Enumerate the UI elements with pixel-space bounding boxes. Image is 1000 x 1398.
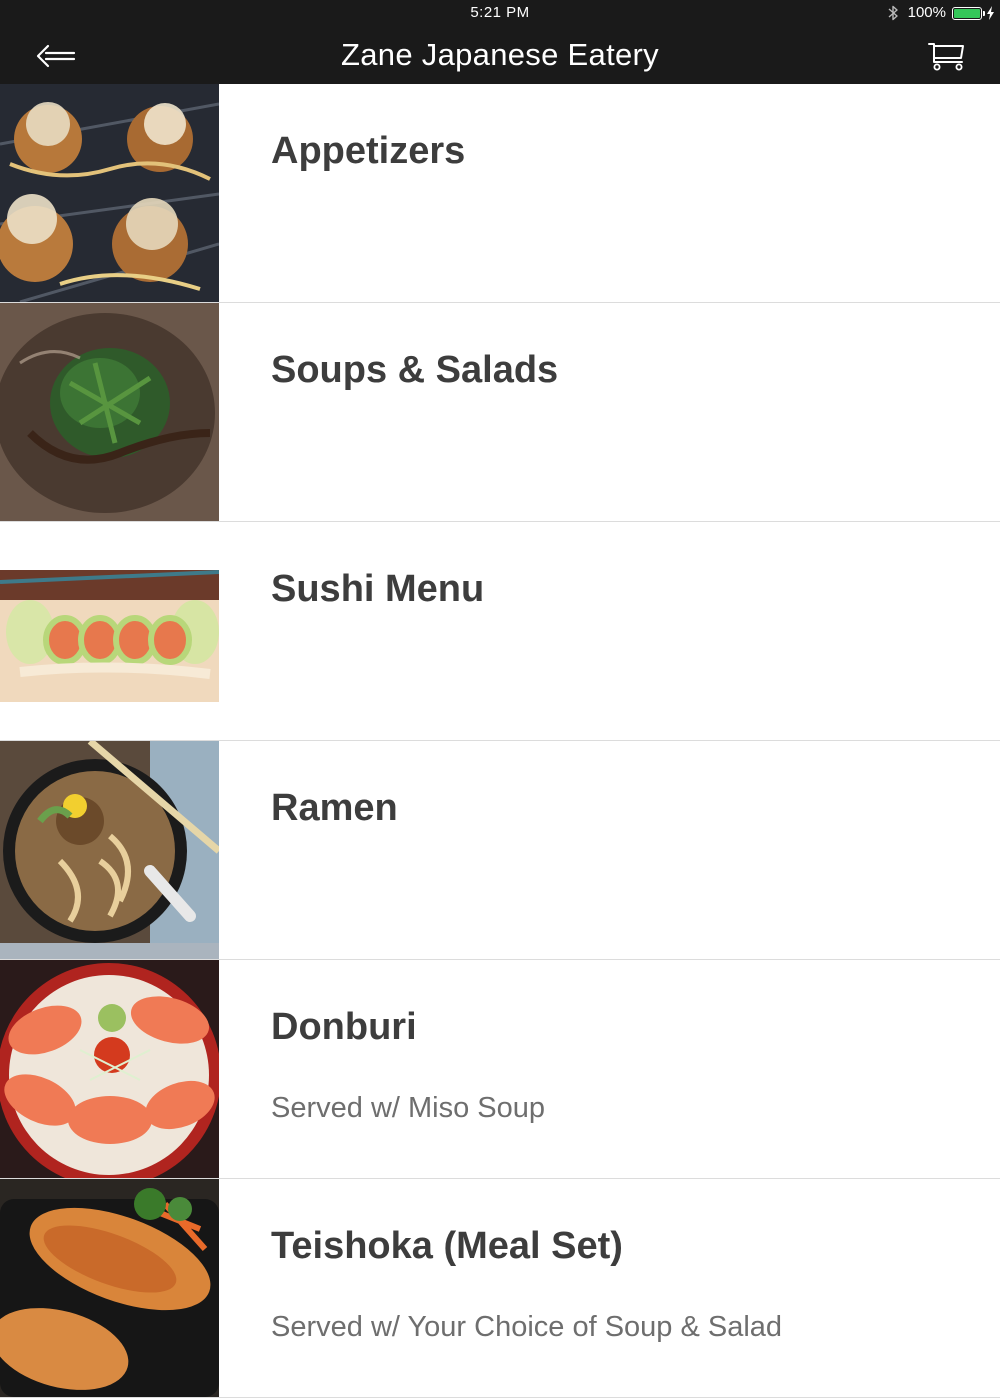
sushi-roll-photo [0,522,219,740]
salmon-donburi-photo [0,960,219,1178]
charging-bolt-icon [987,6,994,20]
category-name: Donburi [271,1006,417,1048]
category-name: Soups & Salads [271,349,559,391]
category-subtitle: Served w/ Miso Soup [271,1092,546,1124]
status-bar: 5:21 PM 100% [0,0,1000,28]
navigation-bar: Zane Japanese Eatery [0,28,1000,84]
shopping-cart-icon[interactable] [928,40,966,72]
seaweed-salad-photo [0,303,219,521]
battery-percent: 100% [907,4,946,21]
category-name: Sushi Menu [271,568,485,610]
category-row-ramen[interactable]: Ramen [0,741,1000,960]
category-name: Appetizers [271,130,466,172]
grilled-salmon-photo [0,1179,219,1397]
category-subtitle: Served w/ Your Choice of Soup & Salad [271,1311,783,1343]
bluetooth-icon [888,5,898,21]
category-row-donburi[interactable]: Donburi Served w/ Miso Soup [0,960,1000,1179]
category-row-sushi-menu[interactable]: Sushi Menu [0,522,1000,741]
category-row-appetizers[interactable]: Appetizers [0,84,1000,303]
page-title: Zane Japanese Eatery [341,37,659,72]
category-row-soups-salads[interactable]: Soups & Salads [0,303,1000,522]
status-time: 5:21 PM [470,4,530,21]
category-name: Teishoka (Meal Set) [271,1225,623,1267]
category-name: Ramen [271,787,398,829]
category-list: Appetizers Soups & Salads Sushi Menu Ram… [0,84,1000,1398]
category-row-teishoka[interactable]: Teishoka (Meal Set) Served w/ Your Choic… [0,1179,1000,1398]
battery-icon [952,7,985,20]
ramen-bowl-photo [0,741,219,959]
takoyaki-photo [0,84,219,302]
